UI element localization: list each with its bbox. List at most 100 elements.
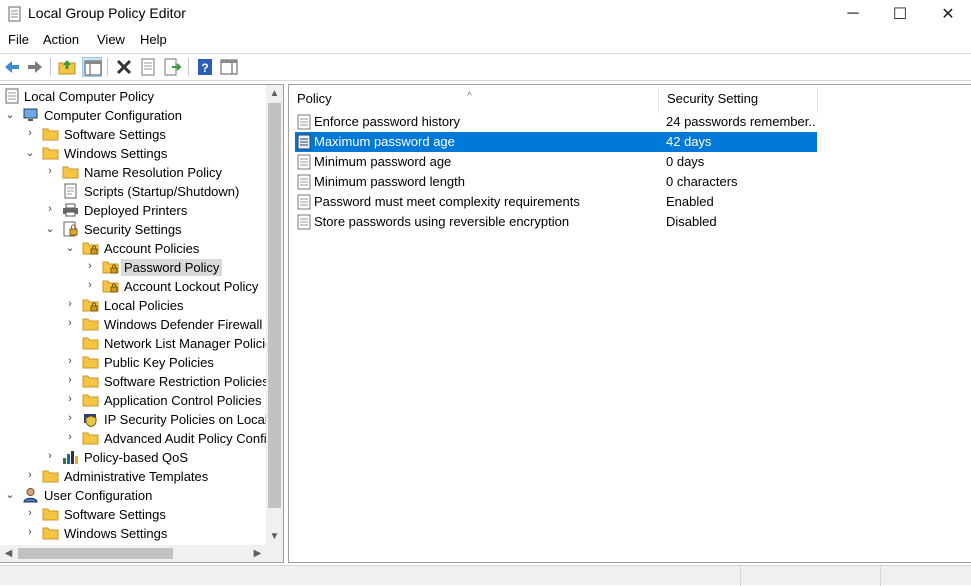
list-item[interactable]: Minimum password length 0 characters: [295, 172, 817, 192]
close-button[interactable]: ✕: [925, 0, 971, 28]
chevron-right-icon[interactable]: ›: [64, 393, 76, 407]
toolbar-separator: [107, 58, 108, 76]
scroll-down-icon[interactable]: ▼: [266, 528, 283, 545]
show-hide-action-pane-icon: [220, 59, 238, 75]
minimize-button[interactable]: ─: [830, 0, 876, 28]
chevron-down-icon[interactable]: ⌄: [64, 241, 76, 255]
tree-item-administrative-templates[interactable]: › Administrative Templates: [0, 467, 266, 486]
chevron-right-icon[interactable]: ›: [84, 279, 96, 293]
tree-item-account-lockout-policy[interactable]: › Account Lockout Policy: [0, 277, 266, 296]
tree-item-account-policies[interactable]: ⌄ Account Policies: [0, 239, 266, 258]
tree-item-software-restriction-policies[interactable]: › Software Restriction Policies: [0, 372, 269, 391]
show-hide-console-tree-button[interactable]: [82, 57, 102, 77]
chevron-right-icon[interactable]: ›: [64, 431, 76, 445]
tree-item-user-software-settings[interactable]: › Software Settings: [0, 505, 266, 524]
folder-icon: [42, 470, 59, 483]
forward-button[interactable]: [25, 57, 45, 77]
delete-button[interactable]: [114, 57, 134, 77]
tree-item-software-settings[interactable]: › Software Settings: [0, 125, 266, 144]
chevron-down-icon[interactable]: ⌄: [4, 108, 16, 122]
chevron-right-icon[interactable]: ›: [24, 526, 36, 540]
chevron-right-icon[interactable]: ›: [64, 298, 76, 312]
up-one-level-button[interactable]: [57, 57, 77, 77]
scroll-right-icon[interactable]: ▶: [249, 545, 266, 562]
scroll-thumb[interactable]: [18, 548, 173, 559]
list-item-selected[interactable]: Maximum password age 42 days: [295, 132, 817, 152]
tree-item-label: Account Lockout Policy: [124, 279, 259, 294]
tree-item-user-configuration[interactable]: ⌄ User Configuration: [0, 486, 266, 505]
tree-item-password-policy[interactable]: › Password Policy: [0, 258, 266, 277]
column-header-security-setting[interactable]: Security Setting: [659, 87, 818, 113]
chevron-down-icon[interactable]: ⌄: [44, 222, 56, 236]
chevron-right-icon[interactable]: ›: [64, 317, 76, 331]
chevron-right-icon[interactable]: ›: [64, 412, 76, 426]
folder-icon: [82, 432, 99, 445]
show-hide-action-pane-button[interactable]: [219, 57, 239, 77]
tree-vertical-scrollbar[interactable]: ▲ ▼: [266, 85, 283, 545]
locked-folder-icon: [102, 261, 119, 274]
tree-item-security-settings[interactable]: ⌄ Security Settings: [0, 220, 266, 239]
export-list-button[interactable]: [162, 57, 182, 77]
tree-item-label: Software Settings: [64, 127, 166, 142]
tree-item-label: Windows Settings: [64, 526, 168, 541]
scroll-thumb[interactable]: [268, 103, 281, 508]
group-policy-app-icon: [8, 6, 21, 22]
list-item[interactable]: Password must meet complexity requiremen…: [295, 192, 817, 212]
tree-item-policy-based-qos[interactable]: › Policy-based QoS: [0, 448, 266, 467]
tree-item-label: Computer Configuration: [44, 108, 183, 123]
tree-item-computer-configuration[interactable]: ⌄ Computer Configuration: [0, 106, 266, 125]
menu-help[interactable]: Help: [140, 32, 167, 47]
properties-button[interactable]: [138, 57, 158, 77]
tree-item-advanced-audit-policy[interactable]: › Advanced Audit Policy Confi: [0, 429, 266, 448]
list-item[interactable]: Minimum password age 0 days: [295, 152, 817, 172]
help-button[interactable]: ?: [195, 57, 215, 77]
details-pane[interactable]: Policy ^ Security Setting Enforce passwo…: [288, 84, 971, 563]
chevron-right-icon[interactable]: ›: [24, 507, 36, 521]
policy-name: Maximum password age: [314, 134, 455, 149]
scroll-left-icon[interactable]: ◀: [0, 545, 17, 562]
properties-icon: [141, 58, 155, 76]
maximize-button[interactable]: ☐: [877, 0, 923, 28]
tree-item-network-list-manager[interactable]: Network List Manager Policie: [0, 334, 272, 353]
locked-folder-icon: [82, 242, 99, 255]
tree-item-ip-security-policies[interactable]: › IP Security Policies on Local C: [0, 410, 281, 429]
tree-item-application-control-policies[interactable]: › Application Control Policies: [0, 391, 266, 410]
toolbar-separator: [188, 58, 189, 76]
chevron-right-icon[interactable]: ›: [44, 203, 56, 217]
locked-folder-icon: [102, 280, 119, 293]
chevron-right-icon[interactable]: ›: [44, 450, 56, 464]
chevron-right-icon[interactable]: ›: [64, 355, 76, 369]
tree-horizontal-scrollbar[interactable]: ◀ ▶: [0, 545, 266, 562]
tree-item-windows-defender-firewall[interactable]: › Windows Defender Firewall w: [0, 315, 275, 334]
tree-item-deployed-printers[interactable]: › Deployed Printers: [0, 201, 266, 220]
tree-item-label: Network List Manager Policie: [104, 336, 273, 351]
menu-action[interactable]: Action: [43, 32, 79, 47]
chevron-down-icon[interactable]: ⌄: [24, 146, 36, 160]
policy-name: Enforce password history: [314, 114, 460, 129]
column-header-policy[interactable]: Policy ^: [289, 87, 659, 113]
chevron-right-icon[interactable]: ›: [24, 127, 36, 141]
policy-value: 24 passwords remember...: [666, 114, 816, 129]
policy-name: Store passwords using reversible encrypt…: [314, 214, 570, 229]
tree-item-local-policies[interactable]: › Local Policies: [0, 296, 266, 315]
chevron-right-icon[interactable]: ›: [44, 165, 56, 179]
list-item[interactable]: Store passwords using reversible encrypt…: [295, 212, 817, 232]
back-button[interactable]: [2, 57, 22, 77]
tree-item-scripts[interactable]: Scripts (Startup/Shutdown): [0, 182, 266, 201]
chevron-right-icon[interactable]: ›: [24, 469, 36, 483]
tree-item-user-windows-settings[interactable]: › Windows Settings: [0, 524, 266, 543]
chevron-right-icon[interactable]: ›: [64, 374, 76, 388]
chevron-right-icon[interactable]: ›: [84, 260, 96, 274]
computer-icon: [23, 108, 38, 121]
scroll-up-icon[interactable]: ▲: [266, 85, 283, 102]
chevron-down-icon[interactable]: ⌄: [4, 488, 16, 502]
tree-item-local-computer-policy[interactable]: Local Computer Policy: [0, 87, 266, 106]
list-item[interactable]: Enforce password history 24 passwords re…: [295, 112, 817, 132]
tree-item-label: Security Settings: [84, 222, 182, 237]
console-tree[interactable]: Local Computer Policy ⌄ Computer Configu…: [0, 84, 284, 563]
menu-view[interactable]: View: [97, 32, 125, 47]
tree-item-public-key-policies[interactable]: › Public Key Policies: [0, 353, 266, 372]
tree-item-name-resolution-policy[interactable]: › Name Resolution Policy: [0, 163, 266, 182]
menu-file[interactable]: File: [8, 32, 29, 47]
tree-item-windows-settings[interactable]: ⌄ Windows Settings: [0, 144, 266, 163]
